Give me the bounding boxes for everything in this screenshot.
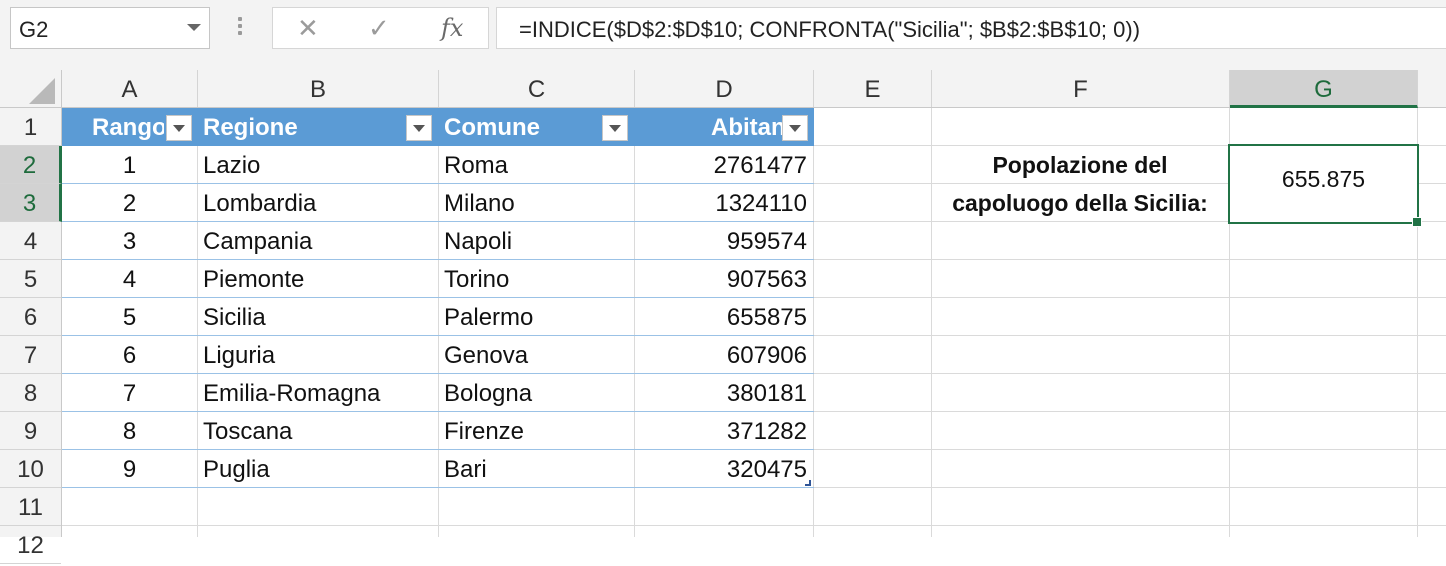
row-header-3[interactable]: 3 bbox=[0, 184, 62, 222]
cell-regione[interactable]: Toscana bbox=[198, 412, 438, 450]
cell-rango[interactable]: 4 bbox=[62, 260, 197, 298]
row-header-9[interactable]: 9 bbox=[0, 412, 61, 450]
filter-dropdown-icon[interactable] bbox=[166, 115, 192, 141]
cell-abitanti[interactable]: 371282 bbox=[635, 412, 813, 450]
cell-comune[interactable]: Roma bbox=[439, 146, 634, 184]
gridline bbox=[62, 525, 1446, 526]
enter-icon[interactable]: ✓ bbox=[368, 13, 390, 44]
cell-abitanti[interactable]: 380181 bbox=[635, 374, 813, 412]
cell-rango[interactable]: 2 bbox=[62, 184, 197, 222]
cell-regione[interactable]: Puglia bbox=[198, 450, 438, 488]
column-header-c[interactable]: C bbox=[439, 70, 635, 107]
table-header-rango[interactable]: Rango bbox=[62, 108, 164, 146]
formula-bar: G2 ✕ ✓ fx =INDICE($D$2:$D$10; CONFRONTA(… bbox=[0, 0, 1446, 70]
cell-abitanti[interactable]: 1324110 bbox=[635, 184, 813, 222]
cell-regione[interactable]: Lazio bbox=[198, 146, 438, 184]
column-header-d[interactable]: D bbox=[635, 70, 814, 107]
column-header-f[interactable]: F bbox=[932, 70, 1230, 107]
row-header-12[interactable]: 12 bbox=[0, 526, 61, 564]
cell-comune[interactable]: Palermo bbox=[439, 298, 634, 336]
row-header-8[interactable]: 8 bbox=[0, 374, 61, 412]
cell-regione[interactable]: Emilia-Romagna bbox=[198, 374, 438, 412]
cell-regione[interactable]: Sicilia bbox=[198, 298, 438, 336]
cell-comune[interactable]: Genova bbox=[439, 336, 634, 374]
cell-comune[interactable]: Napoli bbox=[439, 222, 634, 260]
column-header-b[interactable]: B bbox=[198, 70, 439, 107]
population-label-line2: capoluogo della Sicilia: bbox=[952, 190, 1208, 216]
row-header-11[interactable]: 11 bbox=[0, 488, 61, 526]
selected-cell-g2[interactable]: 655.875 bbox=[1228, 144, 1419, 224]
select-all-icon bbox=[29, 78, 55, 104]
column-header-a[interactable]: A bbox=[62, 70, 198, 107]
row-header-7[interactable]: 7 bbox=[0, 336, 61, 374]
table-header-comune[interactable]: Comune bbox=[439, 108, 597, 146]
table-resize-handle[interactable] bbox=[805, 480, 811, 486]
cell-rango[interactable]: 5 bbox=[62, 298, 197, 336]
cancel-icon[interactable]: ✕ bbox=[297, 13, 319, 44]
cell-regione[interactable]: Liguria bbox=[198, 336, 438, 374]
cell-comune[interactable]: Firenze bbox=[439, 412, 634, 450]
cell-rango[interactable]: 9 bbox=[62, 450, 197, 488]
population-label: Popolazione del capoluogo della Sicilia: bbox=[931, 146, 1229, 222]
cell-abitanti[interactable]: 959574 bbox=[635, 222, 813, 260]
formula-bar-grip-icon[interactable] bbox=[238, 17, 243, 38]
formula-text[interactable]: =INDICE($D$2:$D$10; CONFRONTA("Sicilia";… bbox=[519, 17, 1140, 43]
fill-handle[interactable] bbox=[1412, 217, 1422, 227]
table-header-regione[interactable]: Regione bbox=[198, 108, 401, 146]
row-header-2[interactable]: 2 bbox=[0, 146, 62, 184]
cell-abitanti[interactable]: 320475 bbox=[635, 450, 813, 488]
cell-regione[interactable]: Lombardia bbox=[198, 184, 438, 222]
filter-dropdown-icon[interactable] bbox=[782, 115, 808, 141]
cell-rango[interactable]: 3 bbox=[62, 222, 197, 260]
result-value: 655.875 bbox=[1281, 166, 1366, 192]
cell-rango[interactable]: 8 bbox=[62, 412, 197, 450]
column-header-g[interactable]: G bbox=[1230, 70, 1418, 108]
gridline bbox=[813, 108, 814, 537]
row-header-10[interactable]: 10 bbox=[0, 450, 61, 488]
cell-abitanti[interactable]: 607906 bbox=[635, 336, 813, 374]
name-box-dropdown-icon[interactable] bbox=[187, 24, 201, 31]
row-header-1[interactable]: 1 bbox=[0, 108, 61, 146]
cell-regione[interactable]: Piemonte bbox=[198, 260, 438, 298]
cell-abitanti[interactable]: 2761477 bbox=[635, 146, 813, 184]
cell-comune[interactable]: Milano bbox=[439, 184, 634, 222]
filter-dropdown-icon[interactable] bbox=[406, 115, 432, 141]
row-header-5[interactable]: 5 bbox=[0, 260, 61, 298]
cell-rango[interactable]: 6 bbox=[62, 336, 197, 374]
row-header-6[interactable]: 6 bbox=[0, 298, 61, 336]
select-all-button[interactable] bbox=[0, 70, 62, 108]
cell-comune[interactable]: Torino bbox=[439, 260, 634, 298]
worksheet-grid[interactable]: Rango Regione Comune Abitanti 1 Lazio Ro… bbox=[62, 108, 1446, 537]
formula-input[interactable]: =INDICE($D$2:$D$10; CONFRONTA("Sicilia";… bbox=[496, 7, 1446, 49]
column-header-e[interactable]: E bbox=[814, 70, 932, 107]
table-header-abitanti[interactable]: Abitanti bbox=[635, 108, 783, 146]
filter-dropdown-icon[interactable] bbox=[602, 115, 628, 141]
name-box-value[interactable]: G2 bbox=[19, 17, 48, 43]
row-header-4[interactable]: 4 bbox=[0, 222, 61, 260]
formula-buttons: ✕ ✓ fx bbox=[272, 7, 489, 49]
name-box[interactable]: G2 bbox=[10, 7, 210, 49]
cell-comune[interactable]: Bologna bbox=[439, 374, 634, 412]
cell-regione[interactable]: Campania bbox=[198, 222, 438, 260]
cell-abitanti[interactable]: 907563 bbox=[635, 260, 813, 298]
table-header-row: Rango Regione Comune Abitanti bbox=[62, 108, 814, 146]
cell-comune[interactable]: Bari bbox=[439, 450, 634, 488]
cell-rango[interactable]: 1 bbox=[62, 146, 197, 184]
population-label-line1: Popolazione del bbox=[992, 152, 1168, 178]
cell-abitanti[interactable]: 655875 bbox=[635, 298, 813, 336]
row-headers: 1 2 3 4 5 6 7 8 9 10 11 12 bbox=[0, 108, 62, 564]
column-headers: A B C D E F G bbox=[0, 70, 1446, 108]
cell-rango[interactable]: 7 bbox=[62, 374, 197, 412]
insert-function-icon[interactable]: fx bbox=[441, 14, 463, 42]
